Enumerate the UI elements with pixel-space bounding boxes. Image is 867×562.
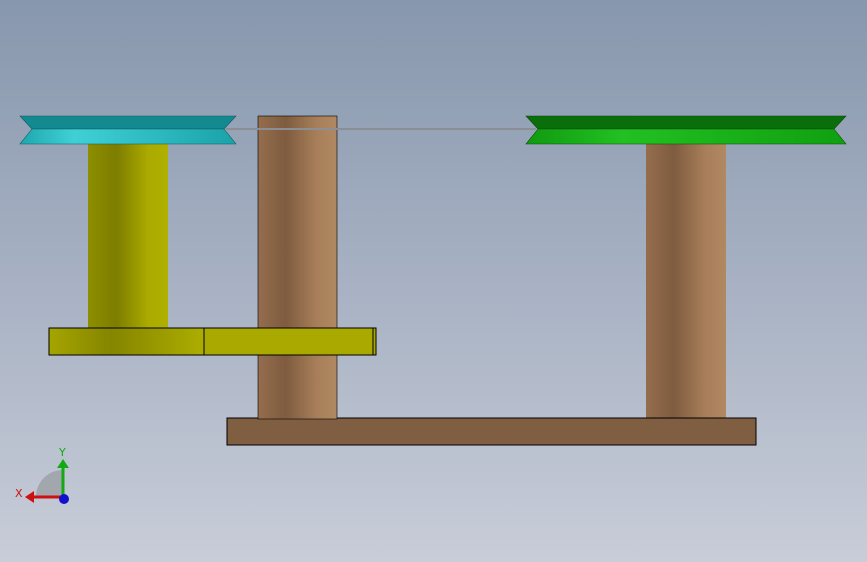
middle-post[interactable] [257, 115, 338, 420]
left-pulley-bottom-flange [19, 128, 237, 145]
coordinate-triad: Y X [15, 446, 69, 504]
right-pulley-top-flange [525, 115, 847, 130]
right-post[interactable] [646, 140, 726, 420]
left-plate-segment-a[interactable] [48, 327, 205, 356]
graphics-viewport[interactable]: Y X [0, 0, 867, 562]
base-plate[interactable] [226, 417, 757, 446]
left-shaft[interactable] [88, 140, 168, 330]
x-axis-arrowhead [25, 491, 34, 503]
assembly-scene[interactable]: Y X [0, 0, 867, 562]
left-plate-segment-b[interactable] [203, 327, 374, 356]
right-pulley-bottom-flange [525, 128, 847, 145]
x-axis-label: X [15, 487, 23, 500]
z-axis-dot [59, 494, 69, 504]
left-pulley-top-flange [19, 115, 237, 130]
left-pulley[interactable] [19, 115, 237, 145]
left-plate-end-cap[interactable] [372, 327, 377, 356]
y-axis-label: Y [58, 446, 66, 459]
y-axis-arrowhead [57, 459, 69, 468]
right-pulley[interactable] [525, 115, 847, 145]
triad-plane-wedge [36, 470, 63, 497]
